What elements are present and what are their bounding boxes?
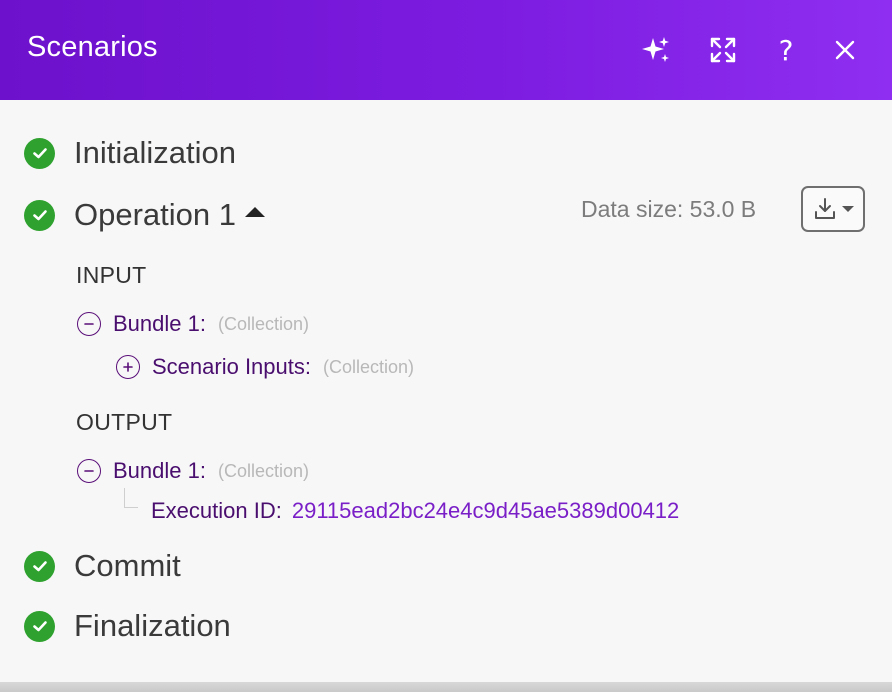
execution-id-row: Execution ID: 29115ead2bc24e4c9d45ae5389…: [139, 498, 679, 524]
download-icon: [815, 198, 835, 219]
close-button[interactable]: [828, 32, 862, 68]
input-heading: INPUT: [76, 262, 147, 288]
panel-body: [0, 100, 892, 682]
download-menu-button[interactable]: [801, 186, 865, 232]
success-check-icon: [24, 199, 55, 231]
stage-initialization[interactable]: Initialization: [24, 135, 236, 170]
close-icon: [835, 40, 855, 60]
fullscreen-button[interactable]: [706, 32, 740, 68]
success-check-icon: [24, 550, 55, 582]
field-label: Scenario Inputs:: [152, 354, 311, 379]
stage-label: Operation 1: [74, 197, 236, 232]
sparkle-icon: [642, 37, 669, 62]
output-bundle-row[interactable]: Bundle 1: (Collection): [77, 458, 309, 484]
scenario-inputs-row[interactable]: Scenario Inputs: (Collection): [116, 354, 414, 380]
collapse-caret-icon[interactable]: [245, 207, 265, 217]
collapse-minus-icon[interactable]: [77, 312, 101, 336]
help-button[interactable]: ?: [769, 32, 803, 68]
ai-assist-button[interactable]: [639, 32, 673, 68]
success-check-icon: [24, 137, 55, 169]
stage-label: Finalization: [74, 608, 231, 643]
expand-icon: [710, 37, 736, 63]
bundle-label: Bundle 1:: [113, 311, 206, 336]
stage-label: Initialization: [74, 135, 236, 170]
input-bundle-row[interactable]: Bundle 1: (Collection): [77, 311, 309, 337]
stage-label: Commit: [74, 548, 181, 583]
collapse-minus-icon[interactable]: [77, 459, 101, 483]
data-size: Data size: 53.0 B: [581, 196, 757, 222]
field-type: (Collection): [322, 356, 415, 377]
field-label: Execution ID:: [151, 498, 282, 523]
expand-plus-icon[interactable]: [116, 355, 140, 379]
panel-title: Scenarios: [27, 31, 158, 63]
help-icon: ?: [778, 33, 794, 67]
bundle-label: Bundle 1:: [113, 458, 206, 483]
field-value[interactable]: 29115ead2bc24e4c9d45ae5389d00412: [292, 498, 679, 524]
tree-connector: [124, 488, 138, 508]
stage-operation-1[interactable]: Operation 1: [24, 197, 265, 232]
panel-header: Scenarios ?: [0, 0, 892, 100]
bundle-type: (Collection): [217, 313, 309, 334]
stage-commit[interactable]: Commit: [24, 548, 181, 583]
bottom-edge: [0, 682, 892, 692]
success-check-icon: [24, 610, 55, 642]
chevron-down-icon: [842, 206, 854, 212]
stage-finalization[interactable]: Finalization: [24, 608, 231, 643]
output-heading: OUTPUT: [76, 409, 173, 435]
bundle-type: (Collection): [217, 460, 309, 481]
